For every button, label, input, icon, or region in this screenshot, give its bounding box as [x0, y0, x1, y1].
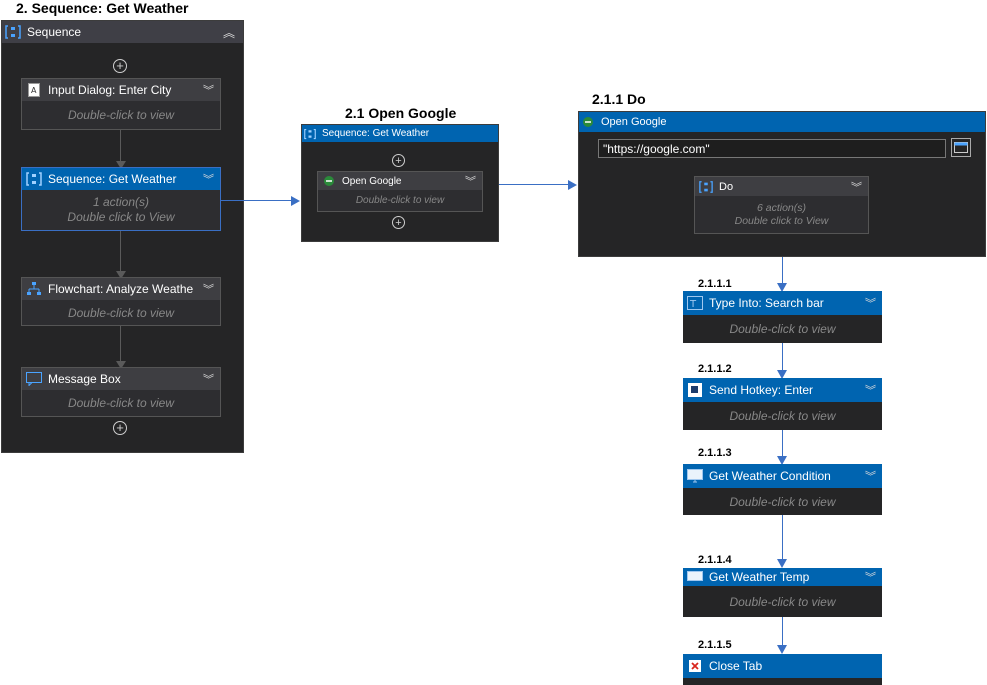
open-google-header-label: Open Google: [601, 116, 667, 128]
input-dialog-icon: A: [26, 82, 42, 98]
sequence-icon: [304, 128, 316, 140]
flowchart-hint: Double-click to view: [67, 305, 175, 320]
step-number: 2.1.1.5: [698, 639, 732, 651]
main-sequence-header-label: Sequence: [27, 25, 82, 39]
step-number: 2.1.1.1: [698, 278, 732, 290]
message-icon: [26, 371, 42, 387]
connector-arrowhead: [777, 559, 787, 568]
open-google-sequence-header[interactable]: Sequence: Get Weather: [302, 125, 498, 142]
type-into-activity[interactable]: T Type Into: Search bar ︾ Double-click t…: [683, 291, 882, 343]
do-title: 2.1.1 Do: [592, 91, 646, 107]
double-click-hint: Double click to View: [734, 214, 829, 227]
connector-arrow-line: [782, 515, 783, 560]
main-sequence-header[interactable]: Sequence ︽: [2, 21, 243, 43]
action-count: 1 action(s): [92, 195, 150, 209]
add-activity-icon[interactable]: +: [113, 59, 127, 73]
step-number: 2.1.1.2: [698, 363, 732, 375]
get-weather-temp-hint: Double-click to view: [729, 594, 836, 609]
close-tab-activity[interactable]: Close Tab: [683, 654, 882, 685]
send-hotkey-label: Send Hotkey: Enter: [709, 383, 814, 397]
chevron-down-icon[interactable]: ︾: [203, 171, 214, 187]
main-sequence-panel: Sequence ︽ + A Input Dialog: Enter City …: [1, 20, 244, 453]
get-weather-temp-label: Get Weather Temp: [709, 570, 810, 584]
send-hotkey-hint: Double-click to view: [729, 409, 836, 423]
type-into-hint: Double-click to view: [729, 322, 836, 336]
svg-text:A: A: [31, 86, 37, 95]
connector-arrow-line: [782, 257, 783, 284]
input-dialog-activity[interactable]: A Input Dialog: Enter City ︾ Double-clic…: [21, 78, 221, 130]
action-count: 6 action(s): [756, 201, 807, 214]
get-weather-condition-activity[interactable]: Get Weather Condition ︾ Double-click to …: [683, 464, 882, 515]
connector-arrow-line: [499, 184, 569, 185]
close-tab-label: Close Tab: [709, 659, 763, 673]
chevron-down-icon[interactable]: ︾: [851, 179, 862, 195]
chevron-down-icon[interactable]: ︾: [865, 468, 876, 484]
svg-text:T: T: [689, 299, 697, 310]
open-browser-icon: [322, 174, 336, 188]
browser-window-icon[interactable]: [951, 138, 971, 157]
open-google-do-panel: Open Google "https://google.com" Do ︾ 6 …: [578, 111, 986, 257]
url-input[interactable]: "https://google.com": [598, 139, 946, 158]
chevron-down-icon[interactable]: ︾: [203, 371, 214, 387]
main-sequence-title: 2. Sequence: Get Weather: [16, 0, 189, 16]
chevron-down-icon[interactable]: ︾: [865, 569, 876, 585]
message-box-label: Message Box: [48, 372, 121, 386]
sequence-icon: [26, 171, 42, 187]
get-weather-condition-hint: Double-click to view: [729, 494, 836, 509]
connector-line: [120, 326, 121, 366]
connector-arrow-line: [782, 617, 783, 645]
flowchart-label: Flowchart: Analyze Weathe: [48, 282, 194, 296]
open-google-sequence-panel: Sequence: Get Weather + Open Google ︾ Do…: [301, 124, 499, 242]
add-activity-icon[interactable]: +: [392, 154, 405, 167]
double-click-hint: Double click to View: [67, 210, 175, 224]
keyboard-icon: [687, 382, 703, 398]
add-activity-icon[interactable]: +: [392, 216, 405, 229]
connector-arrow-line: [782, 430, 783, 457]
get-text-icon: [687, 468, 703, 484]
chevron-down-icon[interactable]: ︾: [203, 82, 214, 98]
message-box-hint: Double-click to view: [67, 396, 175, 410]
flowchart-activity[interactable]: Flowchart: Analyze Weathe ︾ Double-click…: [21, 277, 221, 326]
message-box-activity[interactable]: Message Box ︾ Double-click to view: [21, 367, 221, 417]
add-activity-icon[interactable]: +: [113, 421, 127, 435]
flowchart-icon: [26, 281, 42, 297]
connector-arrow-line: [220, 200, 292, 201]
sequence-get-weather-label: Sequence: Get Weather: [48, 172, 177, 186]
input-dialog-label: Input Dialog: Enter City: [48, 83, 172, 97]
open-google-title: 2.1 Open Google: [345, 105, 457, 121]
open-browser-icon: [581, 115, 595, 129]
get-weather-condition-label: Get Weather Condition: [709, 469, 831, 483]
open-google-hint: Double-click to view: [355, 195, 445, 206]
send-hotkey-activity[interactable]: Send Hotkey: Enter ︾ Double-click to vie…: [683, 378, 882, 430]
get-weather-temp-activity[interactable]: Get Weather Temp ︾ Double-click to view: [683, 568, 882, 617]
connector-arrowhead: [568, 180, 577, 190]
open-google-label: Open Google: [342, 175, 402, 187]
sequence-get-weather-activity[interactable]: Sequence: Get Weather ︾ 1 action(s) Doub…: [21, 167, 221, 231]
connector-arrow-line: [782, 343, 783, 370]
input-dialog-hint: Double-click to view: [67, 108, 175, 122]
connector-line: [120, 130, 121, 165]
sequence-icon: [699, 180, 713, 194]
step-number: 2.1.1.3: [698, 447, 732, 459]
close-tab-icon: [687, 658, 703, 674]
type-into-icon: T: [687, 295, 703, 311]
chevron-down-icon[interactable]: ︾: [865, 382, 876, 398]
sequence-icon: [5, 24, 21, 40]
collapse-icon[interactable]: ︽: [223, 24, 235, 41]
type-into-label: Type Into: Search bar: [709, 296, 824, 310]
chevron-down-icon[interactable]: ︾: [865, 295, 876, 311]
connector-arrowhead: [291, 196, 300, 206]
get-text-icon: [687, 569, 703, 585]
step-number: 2.1.1.4: [698, 554, 732, 566]
chevron-down-icon[interactable]: ︾: [465, 173, 476, 189]
connector-line: [120, 231, 121, 275]
connector-arrowhead: [777, 645, 787, 654]
open-google-sequence-header-label: Sequence: Get Weather: [322, 128, 430, 139]
do-activity[interactable]: Do ︾ 6 action(s) Double click to View: [694, 176, 869, 234]
chevron-down-icon[interactable]: ︾: [203, 281, 214, 297]
open-google-activity[interactable]: Open Google ︾ Double-click to view: [317, 171, 483, 212]
open-google-header[interactable]: Open Google: [579, 112, 985, 132]
do-label: Do: [719, 180, 734, 193]
